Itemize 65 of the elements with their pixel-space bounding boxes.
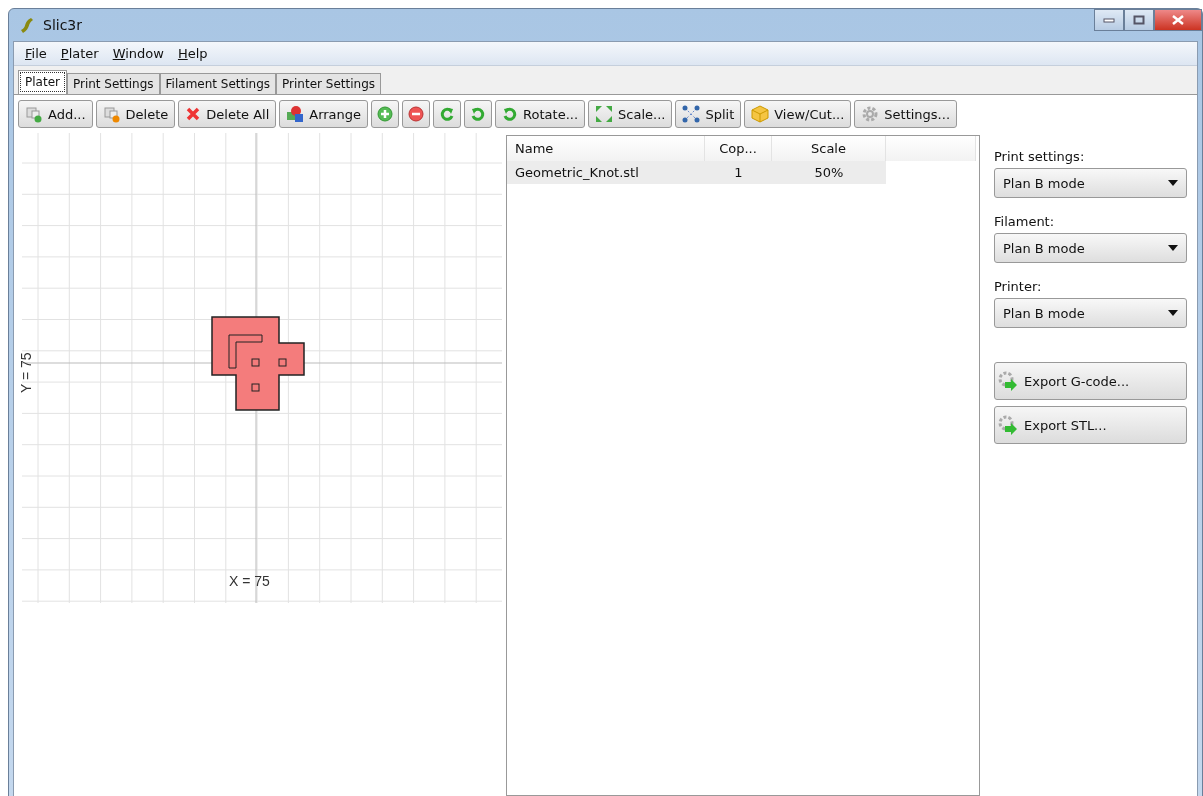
axis-label: Y = 75	[18, 352, 34, 393]
toolbar-button[interactable]	[464, 100, 493, 128]
table-cell: Geometric_Knot.stl	[507, 161, 705, 184]
maximize-button[interactable]	[1124, 9, 1154, 31]
toolbar-button[interactable]: Rotate...	[495, 100, 586, 128]
tab[interactable]: Plater	[18, 70, 67, 94]
box-icon	[751, 105, 770, 123]
rotate-icon	[502, 106, 519, 122]
column-header[interactable]: Cop...	[705, 136, 772, 161]
close-icon	[1172, 15, 1184, 25]
gear-arrow-icon	[997, 414, 1019, 436]
maximize-icon	[1133, 15, 1145, 25]
gear-icon	[861, 105, 880, 123]
toolbar-button[interactable]	[433, 100, 462, 128]
preset-dropdown[interactable]: Plan B mode	[994, 233, 1187, 263]
column-header[interactable]: Name	[507, 136, 705, 161]
export-button[interactable]: Export G-code...	[994, 362, 1187, 400]
menu-item[interactable]: Plater	[55, 46, 104, 61]
preset-dropdown[interactable]: Plan B mode	[994, 298, 1187, 328]
minimize-icon	[1103, 16, 1115, 24]
caret-icon	[1168, 180, 1178, 186]
caret-icon	[1168, 310, 1178, 316]
minus-icon	[408, 106, 425, 122]
rotate-icon	[439, 106, 456, 122]
cross-icon	[185, 106, 202, 122]
tab[interactable]: Filament Settings	[159, 73, 277, 94]
table-cell: 50%	[772, 161, 886, 184]
menu-item[interactable]: Window	[107, 46, 169, 61]
table-row[interactable]: Geometric_Knot.stl 1 50%	[507, 161, 979, 184]
toolbar-button[interactable]: Add...	[18, 100, 93, 128]
toolbar-button[interactable]: Split	[675, 100, 742, 128]
gear-arrow-icon	[997, 370, 1019, 392]
tab[interactable]: Printer Settings	[276, 73, 381, 94]
cubes-icon	[25, 105, 43, 123]
nodes-icon	[682, 105, 701, 123]
toolbar-button[interactable]: Arrange	[279, 100, 369, 128]
preset-label: Print settings:	[994, 149, 1086, 164]
rotate-icon	[470, 106, 487, 122]
caret-icon	[1168, 245, 1178, 251]
axis-label: X = 75	[229, 573, 270, 589]
close-button[interactable]	[1154, 9, 1202, 31]
preset-label: Filament:	[994, 214, 1056, 229]
column-header[interactable]: Scale	[772, 136, 886, 161]
toolbar-button[interactable]: Delete	[95, 100, 176, 128]
export-button[interactable]: Export STL...	[994, 406, 1187, 444]
plus-icon	[377, 106, 394, 122]
toolbar-button[interactable]: Settings...	[854, 100, 957, 128]
toolbar-button[interactable]	[402, 100, 431, 128]
menu-item[interactable]: Help	[172, 46, 213, 61]
toolbar-button[interactable]: Scale...	[588, 100, 673, 128]
toolbar-button[interactable]	[371, 100, 400, 128]
app-logo-icon	[19, 16, 35, 34]
minimize-button[interactable]	[1094, 9, 1124, 31]
tab[interactable]: Print Settings	[66, 73, 160, 94]
preset-dropdown[interactable]: Plan B mode	[994, 168, 1187, 198]
cubes-icon	[102, 105, 121, 123]
shapes-icon	[286, 105, 305, 123]
preset-label: Printer:	[994, 279, 1043, 294]
object-drawing[interactable]	[211, 316, 305, 411]
table-cell: 1	[705, 161, 772, 184]
arrows-icon	[595, 105, 614, 123]
toolbar-button[interactable]: Delete All	[178, 100, 277, 128]
toolbar-button[interactable]: View/Cut...	[744, 100, 852, 128]
menu-item[interactable]: File	[20, 46, 52, 61]
window-title: Slic3r	[43, 17, 83, 33]
